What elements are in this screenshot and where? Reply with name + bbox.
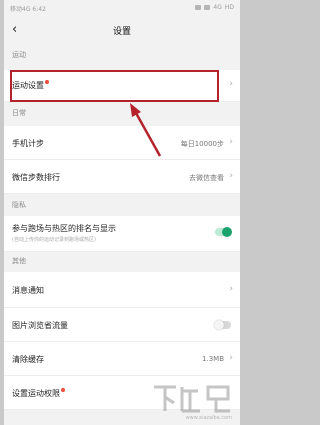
watermark-url: www.xiazaiba.com (185, 415, 232, 421)
annotation-arrow-icon (130, 103, 162, 157)
watermark-glyphs (154, 385, 230, 413)
phone-screen: 移动4G 6:42 4G HD ‹ 设置 运动 运动设置 › 日常 手机计步 每… (4, 0, 240, 425)
